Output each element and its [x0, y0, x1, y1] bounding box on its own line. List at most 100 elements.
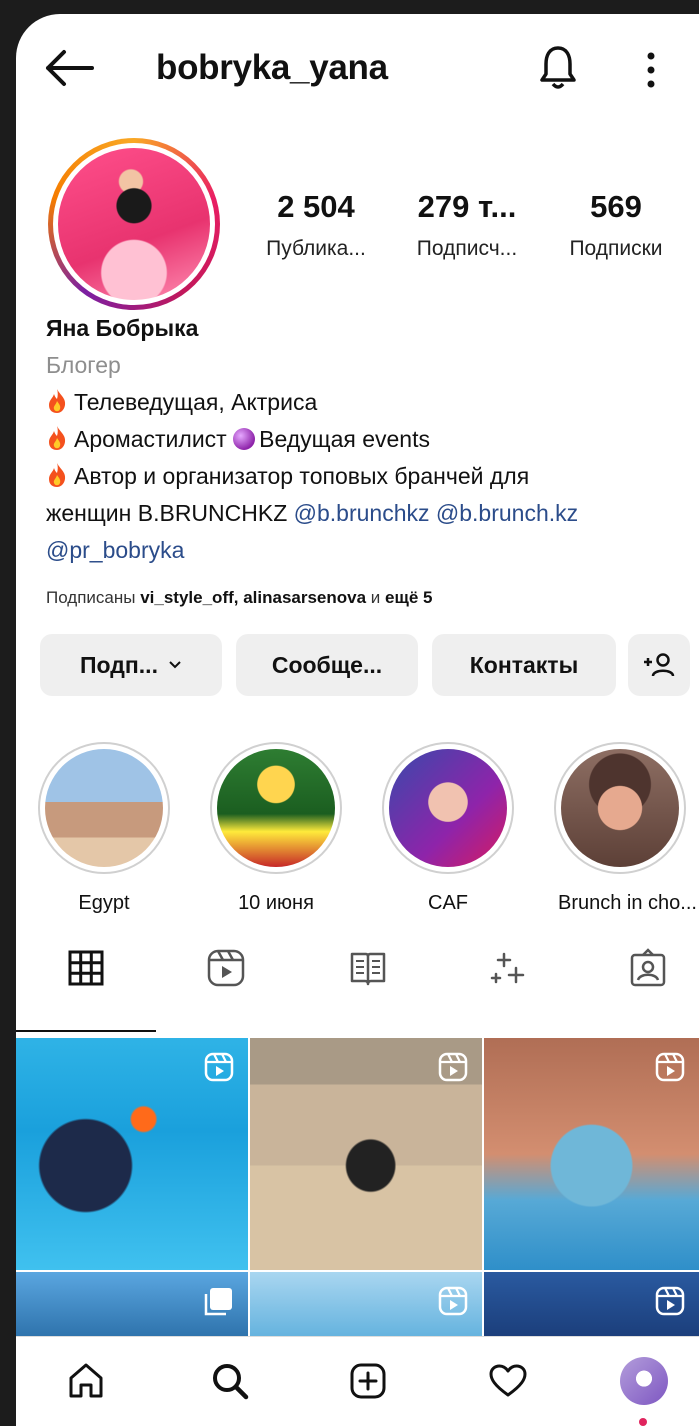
story-highlight[interactable]: 10 июня: [208, 742, 344, 915]
bio-text-2a: Аромастилист: [74, 426, 227, 452]
posts-count[interactable]: 2 504 Публика...: [254, 189, 378, 261]
highlight-label: 10 июня: [238, 892, 314, 914]
bio-line-1: Телеведущая, Актриса: [46, 384, 686, 421]
story-highlight[interactable]: CAF: [380, 742, 516, 915]
post-thumbnail[interactable]: [16, 1038, 248, 1270]
bio-mention-link[interactable]: @pr_bobryka: [46, 537, 184, 563]
bio-text-3: Автор и организатор топовых бранчей для: [74, 463, 530, 489]
story-highlight[interactable]: Brunch in cho...: [552, 742, 697, 915]
bio-line-2: Аромастилист Ведущая events: [46, 421, 686, 458]
tab-grid[interactable]: [56, 938, 116, 998]
highlight-label: Brunch in cho...: [558, 892, 697, 914]
notification-bell-icon[interactable]: [538, 44, 578, 90]
highlight-cover-image: [561, 749, 679, 867]
reel-indicator-icon: [438, 1052, 468, 1082]
nav-search[interactable]: [204, 1355, 256, 1407]
active-tab-indicator: [16, 1030, 156, 1032]
followed-by-and: и: [370, 588, 381, 607]
tab-tagged[interactable]: [618, 938, 678, 998]
tab-reels[interactable]: [196, 938, 256, 998]
post-thumbnail[interactable]: [250, 1038, 482, 1270]
highlight-ring: [554, 742, 686, 874]
profile-screen: bobryka_yana 2 504 Публика... 279 т... П…: [16, 14, 699, 1426]
reel-indicator-icon: [438, 1286, 468, 1316]
highlight-ring: [38, 742, 170, 874]
reel-indicator-icon: [204, 1052, 234, 1082]
fire-emoji-icon: [49, 426, 66, 450]
followed-by-text[interactable]: Подписаны vi_style_off, alinasarsenova и…: [46, 588, 432, 608]
nav-profile[interactable]: [618, 1355, 670, 1407]
reels-icon: [207, 949, 245, 987]
following-count-label: Подписки: [569, 237, 663, 260]
bio-mention-link[interactable]: @b.brunchkz: [294, 500, 430, 526]
message-button[interactable]: Сообще...: [236, 634, 418, 696]
bio-line-3: Автор и организатор топовых бранчей для: [46, 458, 686, 495]
profile-bio: Яна Бобрыка Блогер Телеведущая, Актриса …: [46, 310, 686, 569]
notification-dot: [639, 1418, 647, 1426]
message-button-label: Сообще...: [271, 651, 383, 678]
avatar-frame: [53, 143, 215, 305]
bio-line-5: @pr_bobryka: [46, 532, 686, 569]
fire-emoji-icon: [49, 463, 66, 487]
post-thumbnail[interactable]: [484, 1272, 699, 1342]
back-arrow-icon[interactable]: [44, 48, 96, 88]
highlight-label: CAF: [428, 892, 468, 914]
followers-count-label: Подписч...: [416, 237, 518, 260]
top-bar: bobryka_yana: [16, 14, 699, 124]
bio-text-2b: Ведущая events: [259, 426, 430, 452]
tagged-user-icon: [630, 948, 666, 987]
contacts-button[interactable]: Контакты: [432, 634, 616, 696]
guides-icon: [350, 952, 386, 986]
posts-count-value: 2 504: [277, 189, 355, 224]
contacts-button-label: Контакты: [469, 651, 579, 678]
fire-emoji-icon: [49, 389, 66, 413]
reel-indicator-icon: [655, 1286, 685, 1316]
followers-count[interactable]: 279 т... Подписч...: [402, 189, 532, 261]
nav-home[interactable]: [60, 1355, 112, 1407]
suggested-users-button[interactable]: [628, 634, 690, 696]
profile-avatar-small: [620, 1357, 668, 1405]
profile-avatar-story-ring[interactable]: [48, 138, 220, 310]
add-person-icon: [644, 653, 675, 677]
post-thumbnail[interactable]: [250, 1272, 482, 1342]
carousel-indicator-icon: [204, 1288, 232, 1316]
following-button-label: Подп...: [80, 651, 158, 678]
posts-count-label: Публика...: [266, 237, 366, 260]
bio-mention-link[interactable]: @b.brunch.kz: [436, 500, 578, 526]
bio-text-4: женщин B.BRUNCHKZ: [46, 500, 288, 526]
more-options-icon[interactable]: [636, 48, 666, 92]
nav-activity[interactable]: [482, 1355, 534, 1407]
search-icon: [213, 1364, 249, 1400]
bottom-navigation: [16, 1336, 699, 1426]
profile-category: Блогер: [46, 352, 121, 378]
posts-grid: [16, 1038, 699, 1342]
following-count-value: 569: [590, 189, 642, 224]
bio-text-1: Телеведущая, Актриса: [74, 389, 318, 415]
nav-create[interactable]: [342, 1355, 394, 1407]
highlight-cover-image: [217, 749, 335, 867]
tab-effects[interactable]: [478, 938, 538, 998]
heart-icon: [489, 1364, 527, 1397]
highlight-ring: [210, 742, 342, 874]
profile-photo: [58, 148, 210, 300]
display-name: Яна Бобрыка: [46, 315, 199, 341]
chevron-down-icon: [169, 661, 181, 669]
following-dropdown-button[interactable]: Подп...: [40, 634, 222, 696]
grid-icon: [68, 950, 104, 986]
followed-by-names: vi_style_off, alinasarsenova: [140, 588, 367, 607]
tab-guides[interactable]: [338, 938, 398, 998]
post-thumbnail[interactable]: [484, 1038, 699, 1270]
story-highlight[interactable]: Egypt: [36, 742, 172, 915]
following-count[interactable]: 569 Подписки: [552, 189, 680, 261]
create-post-icon: [350, 1363, 386, 1399]
highlight-ring: [382, 742, 514, 874]
followers-count-value: 279 т...: [417, 189, 517, 224]
reel-indicator-icon: [655, 1052, 685, 1082]
home-icon: [69, 1363, 103, 1398]
highlight-cover-image: [45, 749, 163, 867]
bio-line-4: женщин B.BRUNCHKZ @b.brunchkz @b.brunch.…: [46, 495, 686, 532]
post-thumbnail[interactable]: [16, 1272, 248, 1342]
followed-by-prefix: Подписаны: [46, 588, 136, 607]
profile-username: bobryka_yana: [156, 48, 388, 87]
followed-by-more: ещё 5: [385, 588, 433, 607]
